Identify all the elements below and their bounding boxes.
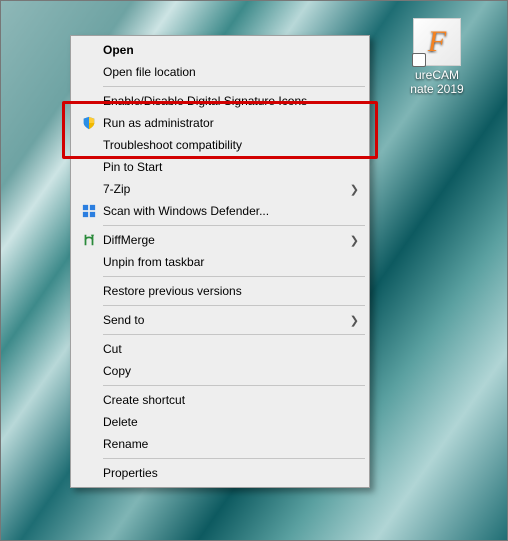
desktop-shortcut-label: ureCAM nate 2019 [398,68,476,97]
submenu-arrow-icon: ❯ [347,314,359,327]
menu-item-label: Enable/Disable Digital Signature Icons [103,94,359,108]
menu-rename[interactable]: Rename [73,433,367,455]
menu-item-label: Properties [103,466,359,480]
submenu-arrow-icon: ❯ [347,234,359,247]
menu-copy[interactable]: Copy [73,360,367,382]
menu-item-label: Scan with Windows Defender... [103,204,359,218]
menu-scan-defender[interactable]: Scan with Windows Defender... [73,200,367,222]
menu-item-label: Unpin from taskbar [103,255,359,269]
menu-troubleshoot-compatibility[interactable]: Troubleshoot compatibility [73,134,367,156]
menu-diffmerge[interactable]: DiffMerge ❯ [73,229,367,251]
menu-item-label: Troubleshoot compatibility [103,138,359,152]
menu-separator [103,86,365,87]
menu-item-label: Copy [103,364,359,378]
menu-unpin-taskbar[interactable]: Unpin from taskbar [73,251,367,273]
menu-separator [103,385,365,386]
menu-item-label: Send to [103,313,347,327]
menu-item-label: Cut [103,342,359,356]
menu-item-label: Pin to Start [103,160,359,174]
menu-item-label: Restore previous versions [103,284,359,298]
menu-separator [103,305,365,306]
menu-delete[interactable]: Delete [73,411,367,433]
menu-separator [103,458,365,459]
defender-icon [79,203,99,219]
menu-send-to[interactable]: Send to ❯ [73,309,367,331]
menu-open[interactable]: Open [73,39,367,61]
featurecam-icon: F [413,18,461,66]
menu-properties[interactable]: Properties [73,462,367,484]
menu-enable-disable-signature[interactable]: Enable/Disable Digital Signature Icons [73,90,367,112]
menu-separator [103,276,365,277]
shield-icon [79,115,99,131]
menu-item-label: Create shortcut [103,393,359,407]
menu-item-label: Run as administrator [103,116,359,130]
submenu-arrow-icon: ❯ [347,183,359,196]
diffmerge-icon [79,232,99,248]
menu-7zip[interactable]: 7-Zip ❯ [73,178,367,200]
menu-item-label: Open [103,43,359,57]
menu-run-as-administrator[interactable]: Run as administrator [73,112,367,134]
menu-pin-to-start[interactable]: Pin to Start [73,156,367,178]
menu-restore-previous-versions[interactable]: Restore previous versions [73,280,367,302]
menu-separator [103,334,365,335]
menu-item-label: Open file location [103,65,359,79]
menu-separator [103,225,365,226]
context-menu: Open Open file location Enable/Disable D… [70,35,370,488]
menu-create-shortcut[interactable]: Create shortcut [73,389,367,411]
menu-open-file-location[interactable]: Open file location [73,61,367,83]
menu-item-label: Delete [103,415,359,429]
menu-item-label: DiffMerge [103,233,347,247]
menu-cut[interactable]: Cut [73,338,367,360]
shortcut-overlay-icon [412,53,426,67]
menu-item-label: 7-Zip [103,182,347,196]
menu-item-label: Rename [103,437,359,451]
desktop-shortcut-featurecam[interactable]: F ureCAM nate 2019 [398,18,476,97]
